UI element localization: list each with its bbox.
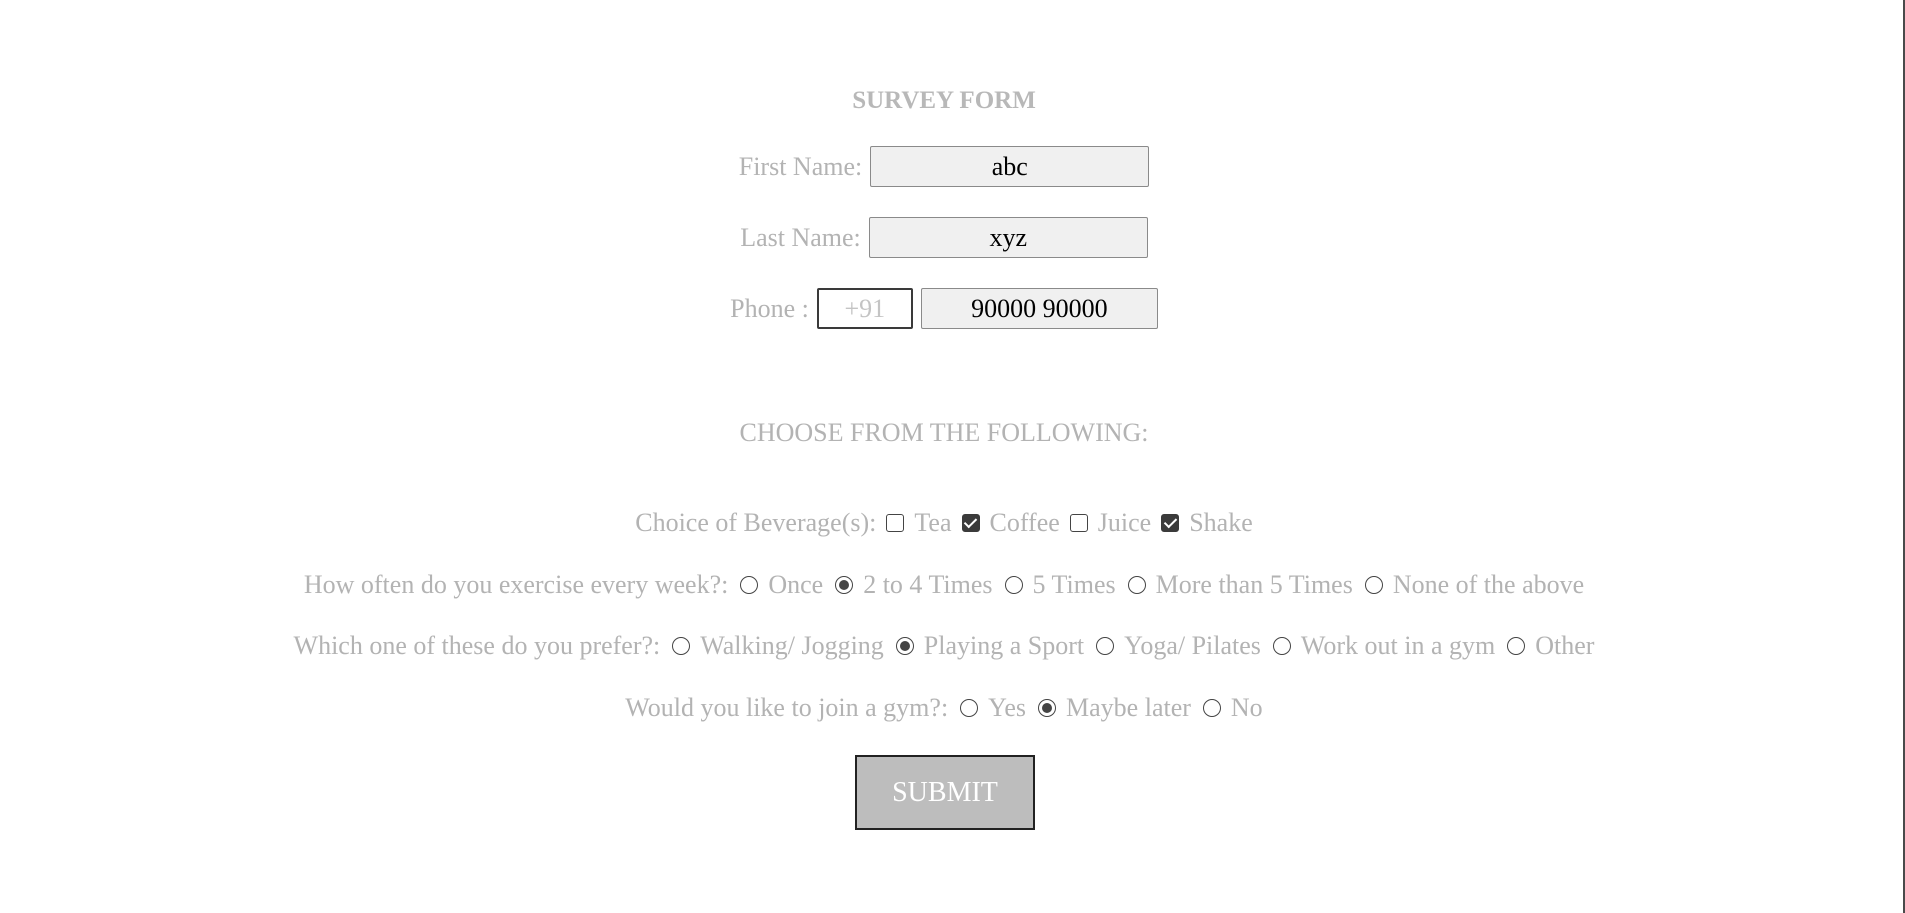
tea-label: Tea <box>914 508 952 537</box>
form-title: SURVEY FORM <box>852 87 1036 114</box>
beverage-option-juice[interactable]: Juice <box>1060 508 1151 538</box>
country-code-input[interactable] <box>816 288 913 329</box>
submit-button[interactable]: SUBMIT <box>855 755 1035 830</box>
phone-label: Phone : <box>730 293 809 323</box>
five-times-label: 5 Times <box>1032 570 1116 599</box>
section-subtitle: CHOOSE FROM THE FOLLOWING: <box>739 418 1149 447</box>
yes-radio[interactable] <box>960 699 979 717</box>
juice-label: Juice <box>1097 508 1152 537</box>
first-name-input[interactable] <box>870 146 1150 187</box>
sport-radio[interactable] <box>895 637 914 655</box>
beverage-option-tea[interactable]: Tea <box>876 508 952 538</box>
two-to-four-radio[interactable] <box>835 576 854 594</box>
last-name-input[interactable] <box>868 217 1148 258</box>
gym-option-yes[interactable]: Yes <box>948 693 1026 723</box>
prefer-option-walking[interactable]: Walking/ Jogging <box>660 631 884 661</box>
exercise-option-5-times[interactable]: 5 Times <box>993 570 1116 600</box>
five-times-radio[interactable] <box>1004 576 1023 594</box>
shake-label: Shake <box>1189 508 1253 537</box>
sport-label: Playing a Sport <box>923 631 1085 660</box>
two-to-four-label: 2 to 4 Times <box>863 570 993 599</box>
tea-checkbox[interactable] <box>886 514 905 532</box>
exercise-option-none[interactable]: None of the above <box>1353 570 1584 600</box>
beverage-option-shake[interactable]: Shake <box>1151 508 1253 538</box>
coffee-checkbox[interactable] <box>961 514 980 532</box>
prefer-option-yoga[interactable]: Yoga/ Pilates <box>1084 631 1261 661</box>
no-radio[interactable] <box>1202 699 1221 717</box>
gym-option-no[interactable]: No <box>1191 693 1263 723</box>
none-label: None of the above <box>1392 570 1585 599</box>
more-than-five-radio[interactable] <box>1127 576 1146 594</box>
maybe-later-radio[interactable] <box>1038 699 1057 717</box>
walking-radio[interactable] <box>672 637 691 655</box>
prefer-label: Which one of these do you prefer?: <box>293 631 661 660</box>
prefer-option-gym[interactable]: Work out in a gym <box>1261 631 1495 661</box>
yoga-label: Yoga/ Pilates <box>1124 631 1261 660</box>
gym-workout-radio[interactable] <box>1272 637 1291 655</box>
exercise-label: How often do you exercise every week?: <box>303 570 729 599</box>
exercise-option-once[interactable]: Once <box>728 570 823 600</box>
once-radio[interactable] <box>740 576 759 594</box>
walking-label: Walking/ Jogging <box>700 631 884 660</box>
more-than-five-label: More than 5 Times <box>1155 570 1353 599</box>
first-name-label: First Name: <box>738 151 863 181</box>
beverage-row: Choice of Beverage(s): Tea Coffee Juice … <box>0 506 1888 540</box>
yoga-radio[interactable] <box>1096 637 1115 655</box>
last-name-label: Last Name: <box>740 222 861 252</box>
exercise-option-2-to-4[interactable]: 2 to 4 Times <box>823 570 993 600</box>
beverage-option-coffee[interactable]: Coffee <box>952 508 1060 538</box>
prefer-row: Which one of these do you prefer?: Walki… <box>0 629 1888 663</box>
beverage-label: Choice of Beverage(s): <box>635 508 877 537</box>
gym-row: Would you like to join a gym?: Yes Maybe… <box>0 691 1888 725</box>
prefer-option-sport[interactable]: Playing a Sport <box>884 631 1084 661</box>
shake-checkbox[interactable] <box>1161 514 1180 532</box>
exercise-option-more-than-5[interactable]: More than 5 Times <box>1116 570 1353 600</box>
none-radio[interactable] <box>1364 576 1383 594</box>
gym-label: Would you like to join a gym?: <box>625 693 949 722</box>
other-label: Other <box>1535 631 1595 660</box>
gym-workout-label: Work out in a gym <box>1300 631 1496 660</box>
once-label: Once <box>768 570 824 599</box>
no-label: No <box>1230 693 1263 722</box>
other-radio[interactable] <box>1507 637 1526 655</box>
exercise-row: How often do you exercise every week?: O… <box>0 568 1888 602</box>
phone-number-input[interactable] <box>920 288 1158 329</box>
first-name-row: First Name: <box>0 146 1888 187</box>
gym-option-maybe-later[interactable]: Maybe later <box>1026 693 1191 723</box>
prefer-option-other[interactable]: Other <box>1495 631 1594 661</box>
last-name-row: Last Name: <box>0 217 1888 258</box>
coffee-label: Coffee <box>989 508 1060 537</box>
maybe-later-label: Maybe later <box>1066 693 1191 722</box>
juice-checkbox[interactable] <box>1069 514 1088 532</box>
yes-label: Yes <box>988 693 1027 722</box>
survey-form: SURVEY FORM First Name: Last Name: Phone… <box>0 0 1888 913</box>
phone-row: Phone : <box>0 288 1888 329</box>
